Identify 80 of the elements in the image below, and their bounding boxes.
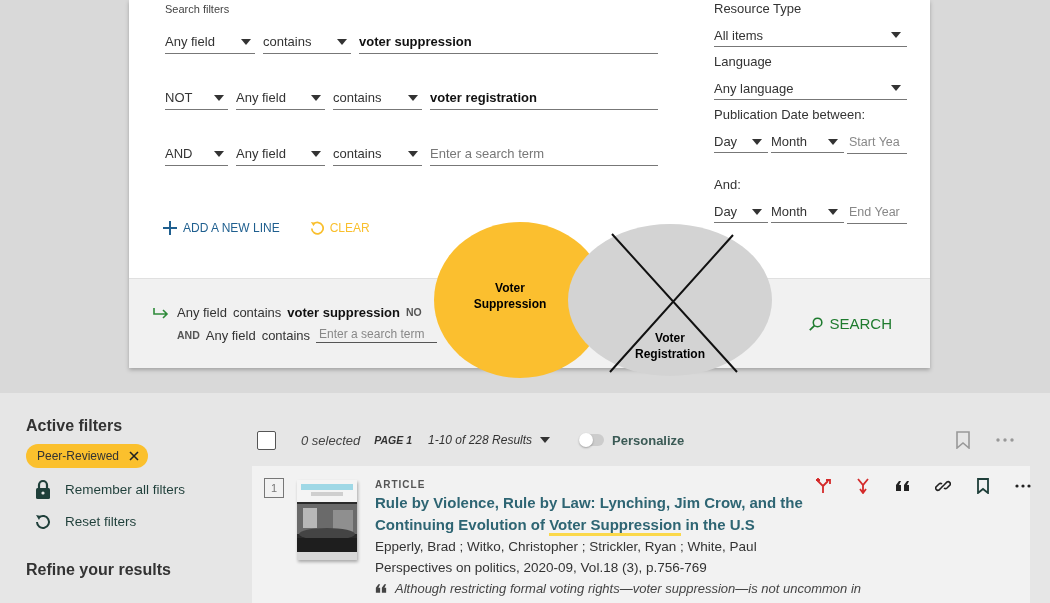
section-title: Refine your results bbox=[26, 561, 172, 579]
caret-icon bbox=[540, 437, 551, 443]
caret-icon bbox=[337, 38, 347, 45]
language-dropdown[interactable]: Any language bbox=[714, 77, 907, 100]
filter-label: Publication Date between: bbox=[714, 106, 867, 124]
query-text: Any field bbox=[177, 304, 227, 320]
caret-icon bbox=[751, 208, 762, 215]
condition-dropdown[interactable]: contains bbox=[333, 86, 422, 110]
query-text: contains bbox=[232, 304, 282, 320]
caret-icon bbox=[408, 94, 418, 101]
day-dropdown[interactable]: Day bbox=[714, 201, 768, 223]
query-text: Any field bbox=[205, 327, 256, 343]
query-operator: AND bbox=[177, 329, 200, 341]
result-number: 1 bbox=[264, 478, 284, 498]
results-range-dropdown[interactable]: 1-10 of 228 Results bbox=[428, 433, 551, 447]
result-source: Perspectives on politics, 2020-09, Vol.18 (3), p.756-769 bbox=[375, 559, 708, 577]
search-field[interactable]: Enter a search term bbox=[430, 141, 658, 166]
filter-label: Resource Type bbox=[714, 0, 803, 18]
field-dropdown[interactable]: Any field bbox=[236, 142, 325, 166]
quote-icon bbox=[375, 584, 387, 593]
caret-icon bbox=[891, 85, 901, 91]
caret-icon bbox=[751, 138, 762, 145]
close-icon[interactable] bbox=[129, 451, 140, 461]
bookmark-icon[interactable] bbox=[975, 478, 991, 494]
resource-type-dropdown[interactable]: All items bbox=[714, 24, 907, 47]
operator-dropdown[interactable]: NOT bbox=[165, 86, 228, 110]
branch-arrows-icon[interactable] bbox=[815, 478, 831, 494]
caret-icon bbox=[828, 208, 838, 215]
month-dropdown[interactable]: Month bbox=[770, 201, 844, 223]
quote-icon[interactable] bbox=[895, 478, 911, 494]
field-dropdown[interactable]: Any field bbox=[236, 86, 325, 110]
filter-chip[interactable]: Peer-Reviewed bbox=[26, 444, 149, 468]
query-term: voter suppression bbox=[287, 304, 400, 320]
operator-dropdown[interactable]: AND bbox=[165, 142, 228, 166]
filter-label: And: bbox=[714, 176, 742, 194]
filter-action-link[interactable]: Reset filters bbox=[26, 511, 137, 531]
search-field[interactable]: voter suppression bbox=[359, 29, 658, 54]
caret-icon bbox=[408, 150, 418, 157]
arrow-icon bbox=[153, 307, 169, 320]
year-field[interactable]: Start Yea bbox=[847, 131, 907, 154]
caret-icon bbox=[311, 94, 321, 101]
caret-icon bbox=[214, 150, 224, 157]
selected-count: 0 selected bbox=[301, 432, 361, 448]
caret-icon bbox=[311, 150, 321, 157]
search-field[interactable]: voter registration bbox=[430, 85, 658, 110]
personalize-toggle[interactable] bbox=[580, 434, 605, 446]
query-operator: NO bbox=[406, 306, 422, 318]
plus-icon bbox=[163, 220, 177, 236]
day-dropdown[interactable]: Day bbox=[714, 131, 768, 153]
result-snippet: Although restricting formal voting rights—voter suppression—is not uncommon in bbox=[395, 581, 862, 596]
caret-icon bbox=[214, 94, 224, 101]
lock-icon bbox=[35, 479, 51, 499]
search-button[interactable]: SEARCH bbox=[807, 313, 894, 334]
toggle-label: Personalize bbox=[612, 432, 685, 448]
query-field[interactable]: Enter a search term bbox=[316, 327, 438, 343]
select-all-checkbox[interactable] bbox=[257, 430, 276, 450]
condition-dropdown[interactable]: contains bbox=[263, 30, 351, 54]
page-number: PAGE 1 bbox=[374, 434, 412, 446]
caret-icon bbox=[891, 32, 901, 38]
section-label: Search filters bbox=[165, 3, 231, 15]
section-title: Active filters bbox=[26, 417, 124, 435]
condition-dropdown[interactable]: contains bbox=[333, 142, 422, 166]
query-text: contains bbox=[261, 327, 311, 343]
year-field[interactable]: End Year bbox=[847, 201, 907, 224]
filter-label: Language bbox=[714, 53, 773, 71]
search-icon bbox=[809, 315, 824, 332]
result-type: ARTICLE bbox=[375, 479, 427, 490]
caret-icon bbox=[828, 138, 838, 145]
add-line-button[interactable]: ADD A NEW LINE bbox=[163, 220, 280, 236]
venn-label: Voter Suppression bbox=[473, 281, 547, 311]
filter-action-link[interactable]: Remember all filters bbox=[26, 479, 186, 499]
field-dropdown[interactable]: Any field bbox=[165, 30, 255, 54]
caret-icon bbox=[241, 38, 251, 45]
result-title-link[interactable]: Rule by Violence, Rule by Law: Lynching, Jim Crow, and the Continuing Evolution of Voter Suppression in the U.S bbox=[375, 492, 815, 536]
result-authors: Epperly, Brad ; Witko, Christopher ; Strickler, Ryan ; White, Paul bbox=[375, 538, 758, 556]
reset-icon bbox=[309, 220, 324, 236]
venn-label: Voter Registration bbox=[635, 331, 705, 361]
merge-arrow-icon[interactable] bbox=[855, 478, 871, 494]
month-dropdown[interactable]: Month bbox=[770, 131, 844, 153]
link-icon[interactable] bbox=[935, 478, 951, 494]
